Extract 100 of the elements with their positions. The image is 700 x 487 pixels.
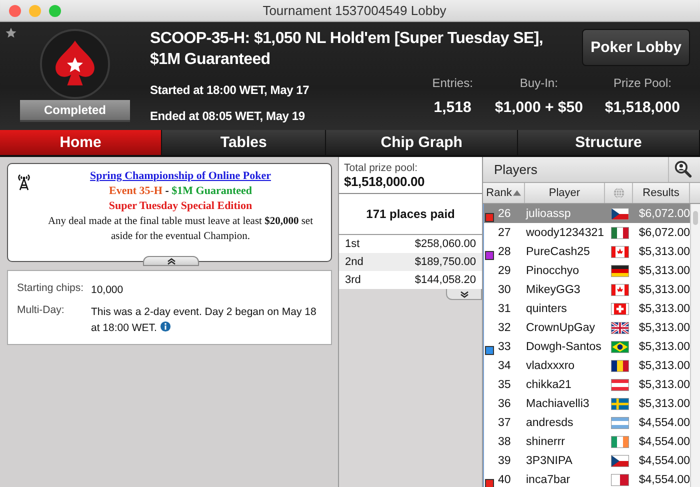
stat-value: $1,000 + $50 [494, 99, 583, 116]
rank-cell: 35 [498, 378, 511, 390]
tab[interactable]: Home [0, 130, 162, 155]
player-name: woody1234321 [526, 226, 606, 238]
rank-cell: 31 [498, 302, 511, 314]
detail-value: 10,000 [91, 283, 124, 298]
player-name: julioassp [526, 208, 572, 220]
result-cell-text: $5,313.00 [638, 378, 690, 390]
rank-cell: 38 [498, 436, 511, 448]
prize-cell: $144,058.20 [414, 274, 476, 286]
close-button[interactable] [9, 4, 21, 16]
result-cell-text: $5,313.00 [638, 264, 690, 276]
flag-icon [611, 436, 629, 448]
rank-cell: 28 [498, 246, 511, 258]
result-cell-text: $6,072.00 [638, 208, 690, 220]
rank-cell: 36 [498, 398, 511, 410]
player-name: inca7bar [526, 474, 572, 486]
flag-icon [611, 226, 629, 238]
double-chevron-up-icon [166, 258, 176, 264]
player-name: 3P3NIPA [526, 454, 574, 466]
sort-arrow-icon [512, 190, 521, 196]
minimize-button[interactable] [29, 4, 41, 16]
player-name: PureCash25 [526, 246, 591, 258]
poker-lobby-button[interactable]: Poker Lobby [582, 29, 690, 66]
result-cell-text: $5,313.00 [638, 246, 690, 258]
column-header[interactable]: Results [633, 183, 690, 203]
championship-link[interactable]: Spring Championship of Online Poker [90, 169, 271, 184]
player-name: MikeyGG3 [526, 284, 582, 296]
event-line: Event 35-H - $1M Guaranteed [108, 184, 252, 199]
tab[interactable]: Tables [162, 130, 326, 155]
zoom-button[interactable] [49, 4, 61, 16]
flag-icon [611, 302, 629, 314]
antenna-icon [16, 173, 32, 191]
player-name: andresds [526, 416, 574, 428]
window-title: Tournament 1537004549 Lobby [262, 3, 448, 18]
detail-value: This was a 2-day event. Day 2 began on May 18 at 18:00 WET. [91, 305, 318, 336]
flag-icon [611, 208, 629, 220]
double-chevron-down-icon [460, 290, 468, 298]
flag-icon [611, 322, 629, 334]
tab[interactable]: Chip Graph [326, 130, 518, 155]
stat-label: Prize Pool: [613, 76, 672, 90]
end-time: Ended at 08:05 WET, May 19 [150, 109, 306, 123]
stat-value: 1,518 [434, 99, 472, 116]
players-title: Players [493, 162, 538, 177]
result-cell-text: $4,554.00 [638, 454, 690, 466]
flag-icon [611, 284, 629, 296]
stat-value: $1,518,000 [604, 99, 680, 116]
rank-cell: 26 [498, 208, 511, 220]
result-cell-text: $5,313.00 [638, 284, 690, 296]
place-cell: 2nd [345, 256, 364, 268]
result-cell-text: $4,554.00 [638, 474, 690, 486]
star-icon[interactable] [4, 26, 18, 40]
prize-cell: $189,750.00 [414, 256, 476, 268]
flag-icon [611, 340, 629, 352]
places-paid: 171 places paid [339, 194, 482, 235]
result-cell-text: $5,313.00 [638, 398, 690, 410]
collapse-button[interactable] [143, 256, 199, 266]
flag-icon [611, 398, 629, 410]
flag-icon [611, 264, 629, 276]
result-cell-text: $4,554.00 [638, 416, 690, 428]
result-cell-text: $6,072.00 [638, 226, 690, 238]
prize-cell: $258,060.00 [414, 238, 476, 250]
spade-logo-icon [40, 29, 110, 99]
flag-icon [611, 474, 629, 486]
result-cell-text: $4,554.00 [638, 436, 690, 448]
total-prize-label: Total prize pool: [344, 162, 419, 174]
rank-cell: 29 [498, 264, 511, 276]
rank-cell: 33 [498, 340, 511, 352]
scroll-thumb[interactable] [693, 211, 698, 225]
rank-cell: 39 [498, 454, 511, 466]
stat-label: Entries: [432, 76, 473, 90]
result-cell-text: $5,313.00 [638, 340, 690, 352]
rank-cell: 34 [498, 360, 511, 372]
place-cell: 1st [345, 238, 360, 250]
notice-text: Any deal made at the final table must leave at least $20,000 set aside for the eventual Champion. [46, 215, 314, 244]
detail-label: Multi-Day: [17, 304, 66, 318]
scrollbar[interactable] [690, 204, 700, 487]
status-ribbon: Completed [20, 100, 130, 120]
tab[interactable]: Structure [518, 130, 700, 155]
flag-icon [611, 378, 629, 390]
rank-cell: 32 [498, 322, 511, 334]
expand-button[interactable] [446, 289, 482, 300]
rank-cell: 37 [498, 416, 511, 428]
column-header[interactable]: Player [525, 183, 605, 203]
tournament-title: SCOOP-35-H: $1,050 NL Hold'em [Super Tuesday SE], $1M Guaranteed [150, 29, 544, 70]
player-name: vladxxxro [526, 360, 576, 372]
player-name: CrownUpGay [526, 322, 596, 334]
result-cell-text: $5,313.00 [638, 360, 690, 372]
player-name: quinters [526, 302, 568, 314]
rank-cell: 30 [498, 284, 511, 296]
place-cell: 3rd [345, 274, 361, 286]
player-name: Dowgh-Santos [526, 340, 602, 352]
player-name: Pinocchyo [526, 264, 580, 276]
search-icon [674, 160, 692, 178]
flag-icon [611, 360, 629, 372]
start-time: Started at 18:00 WET, May 17 [150, 83, 310, 97]
player-name: shinerrr [526, 436, 566, 448]
column-header[interactable]: Rank [483, 183, 525, 203]
player-name: Machiavelli3 [526, 398, 590, 410]
info-icon[interactable] [160, 321, 171, 332]
